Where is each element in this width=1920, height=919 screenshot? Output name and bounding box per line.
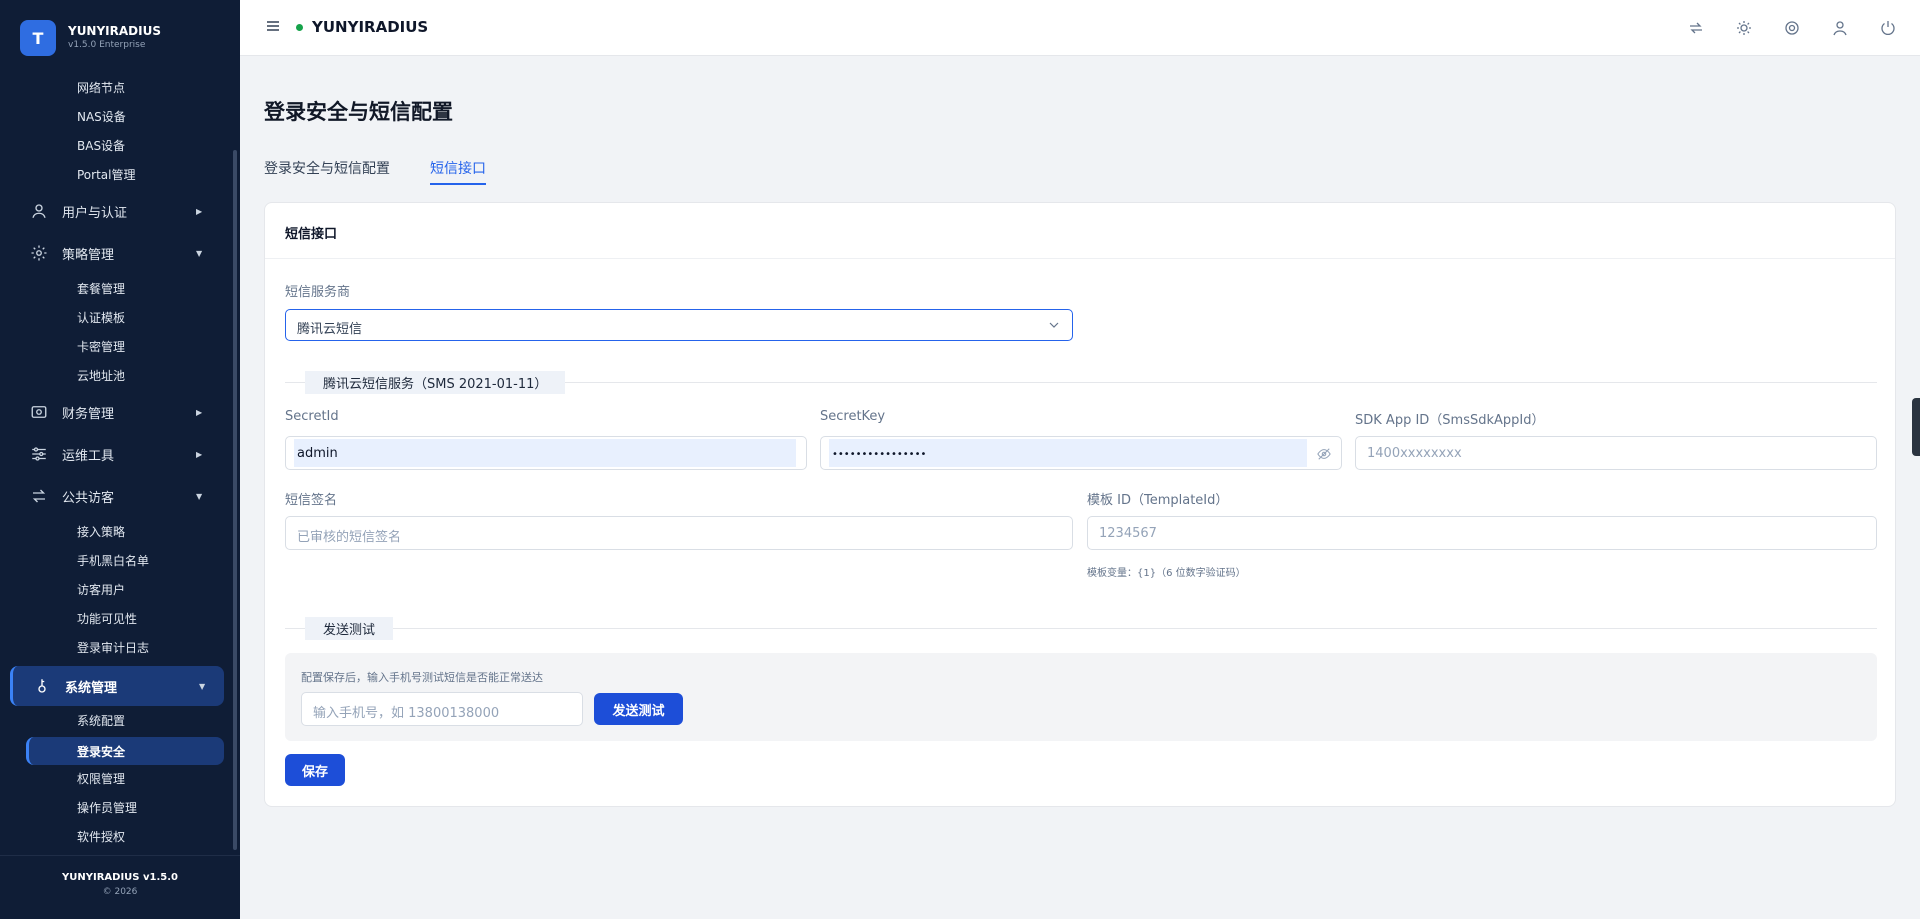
sidebar-item-portal[interactable]: Portal管理 [77, 167, 135, 183]
sign-label: 短信签名 [285, 493, 338, 508]
secret-id-label: SecretId [285, 409, 339, 424]
template-hint: 模板变量：{1}（6 位数字验证码） [1087, 568, 1246, 579]
sidebar-nav: 网络节点 NAS设备 BAS设备 Portal管理 用户与认证 ▶ 策略管理 ▼… [0, 76, 240, 854]
caret-right-icon: ▶ [196, 407, 203, 417]
sidebar-scrollbar[interactable] [233, 150, 237, 850]
sms-card: 短信接口 短信服务商 腾讯云短信 腾讯云短信服务（SMS 2021-01-11）… [264, 202, 1896, 807]
sidebar-group-users[interactable]: 用户与认证 ▶ [0, 194, 240, 228]
side-drawer-handle[interactable] [1912, 398, 1920, 456]
sidebar-group-ops[interactable]: 运维工具 ▶ [0, 437, 240, 471]
sidebar-group-label: 公共访客 [62, 490, 115, 506]
sidebar-group-label: 系统管理 [65, 680, 118, 696]
brand-version: v1.5.0 Enterprise [68, 40, 146, 50]
sun-icon[interactable] [1736, 20, 1752, 36]
sliders-icon [32, 447, 46, 461]
section-divider [285, 628, 1877, 629]
sidebar-group-finance[interactable]: 财务管理 ▶ [0, 395, 240, 429]
swap-icon [32, 489, 46, 503]
secret-key-input[interactable]: •••••••••••••••• [820, 436, 1342, 470]
sidebar-item-operators[interactable]: 操作员管理 [77, 800, 137, 816]
secret-key-label: SecretKey [820, 409, 886, 424]
user-icon[interactable] [1832, 20, 1848, 36]
caret-down-icon: ▼ [196, 491, 203, 501]
sidebar-item-phone-list[interactable]: 手机黑白名单 [77, 553, 149, 569]
brand-logo: T [20, 20, 56, 56]
menu-icon[interactable] [266, 19, 280, 33]
section-tencent-title: 腾讯云短信服务（SMS 2021-01-11） [305, 371, 566, 394]
gear-icon[interactable] [1784, 20, 1800, 36]
sidebar-item-card-key[interactable]: 卡密管理 [77, 339, 125, 355]
sidebar-group-guest[interactable]: 公共访客 ▼ [0, 479, 240, 513]
sidebar-item-system-config[interactable]: 系统配置 [77, 713, 125, 729]
key-icon [38, 679, 46, 693]
sidebar-group-label: 用户与认证 [62, 205, 128, 221]
sidebar-item-visibility[interactable]: 功能可见性 [77, 611, 137, 627]
brand-name: YUNYIRADIUS [68, 24, 161, 38]
caret-down-icon: ▼ [196, 248, 203, 258]
sidebar-group-label: 策略管理 [62, 247, 115, 263]
sidebar-footer: YUNYIRADIUS v1.5.0 © 2026 [0, 855, 240, 919]
send-test-panel: 配置保存后，输入手机号测试短信是否能正常送达 输入手机号，如 138001380… [285, 653, 1877, 741]
sidebar-group-policy[interactable]: 策略管理 ▼ [0, 236, 240, 270]
sidebar-item-nas[interactable]: NAS设备 [77, 109, 126, 125]
sidebar-item-network-node[interactable]: 网络节点 [77, 80, 125, 96]
sign-input[interactable]: 已审核的短信签名 [285, 516, 1073, 550]
sidebar-item-audit-log[interactable]: 登录审计日志 [77, 640, 149, 656]
send-test-button[interactable]: 发送测试 [594, 693, 683, 725]
sidebar: T YUNYIRADIUS v1.5.0 Enterprise 网络节点 NAS… [0, 0, 240, 919]
caret-right-icon: ▶ [196, 449, 203, 459]
footer-copyright: © 2026 [102, 887, 138, 897]
eye-off-icon[interactable] [1317, 447, 1331, 461]
tab-sms-interface[interactable]: 短信接口 [430, 158, 486, 178]
caret-right-icon: ▶ [196, 206, 203, 216]
chevron-down-icon [1049, 322, 1059, 328]
swap-icon[interactable] [1688, 20, 1704, 36]
sidebar-item-guest-users[interactable]: 访客用户 [77, 582, 125, 598]
sidebar-item-ip-pool[interactable]: 云地址池 [77, 368, 125, 384]
tab-login-security[interactable]: 登录安全与短信配置 [264, 158, 390, 178]
test-description: 配置保存后，输入手机号测试短信是否能正常送达 [301, 671, 543, 684]
secret-id-input[interactable]: admin [285, 436, 807, 470]
caret-down-icon: ▼ [199, 681, 206, 691]
sidebar-item-bas[interactable]: BAS设备 [77, 138, 125, 154]
wallet-icon [31, 406, 47, 418]
secret-key-value: •••••••••••••••• [832, 449, 927, 460]
template-input[interactable]: 1234567 [1087, 516, 1877, 550]
top-header: YUNYIRADIUS [240, 0, 1920, 56]
section-test-title: 发送测试 [305, 617, 394, 640]
page-title: 登录安全与短信配置 [264, 100, 453, 124]
card-header: 短信接口 [265, 203, 1895, 259]
sidebar-item-permissions[interactable]: 权限管理 [77, 771, 125, 787]
template-label: 模板 ID（TemplateId） [1087, 493, 1229, 508]
sidebar-item-access-policy[interactable]: 接入策略 [77, 524, 125, 540]
tab-active-indicator [430, 183, 486, 185]
header-title: YUNYIRADIUS [312, 18, 429, 36]
provider-value: 腾讯云短信 [297, 322, 363, 337]
save-button[interactable]: 保存 [285, 754, 345, 786]
sidebar-item-license[interactable]: 软件授权 [77, 829, 125, 845]
brand: T YUNYIRADIUS v1.5.0 Enterprise [20, 20, 161, 56]
sidebar-item-package[interactable]: 套餐管理 [77, 281, 125, 297]
user-icon [32, 204, 46, 218]
sidebar-item-auth-template[interactable]: 认证模板 [77, 310, 125, 326]
sdk-app-input[interactable]: 1400xxxxxxxx [1355, 436, 1877, 470]
power-icon[interactable] [1880, 20, 1896, 36]
sidebar-group-system[interactable]: 系统管理 ▼ [10, 666, 224, 706]
provider-label: 短信服务商 [285, 285, 351, 300]
footer-product: YUNYIRADIUS v1.5.0 [62, 872, 178, 883]
sidebar-item-login-security[interactable]: 登录安全 [26, 737, 224, 765]
sidebar-item-label: 登录安全 [77, 745, 126, 759]
status-dot [296, 24, 303, 31]
provider-select[interactable]: 腾讯云短信 [285, 309, 1073, 341]
secret-id-value: admin [297, 446, 338, 461]
gear-icon [31, 245, 47, 261]
phone-input[interactable]: 输入手机号，如 13800138000 [301, 692, 583, 726]
sdk-app-label: SDK App ID（SmsSdkAppId） [1355, 413, 1545, 428]
sidebar-group-label: 运维工具 [62, 448, 115, 464]
sidebar-group-label: 财务管理 [62, 406, 115, 422]
card-title: 短信接口 [285, 227, 338, 242]
